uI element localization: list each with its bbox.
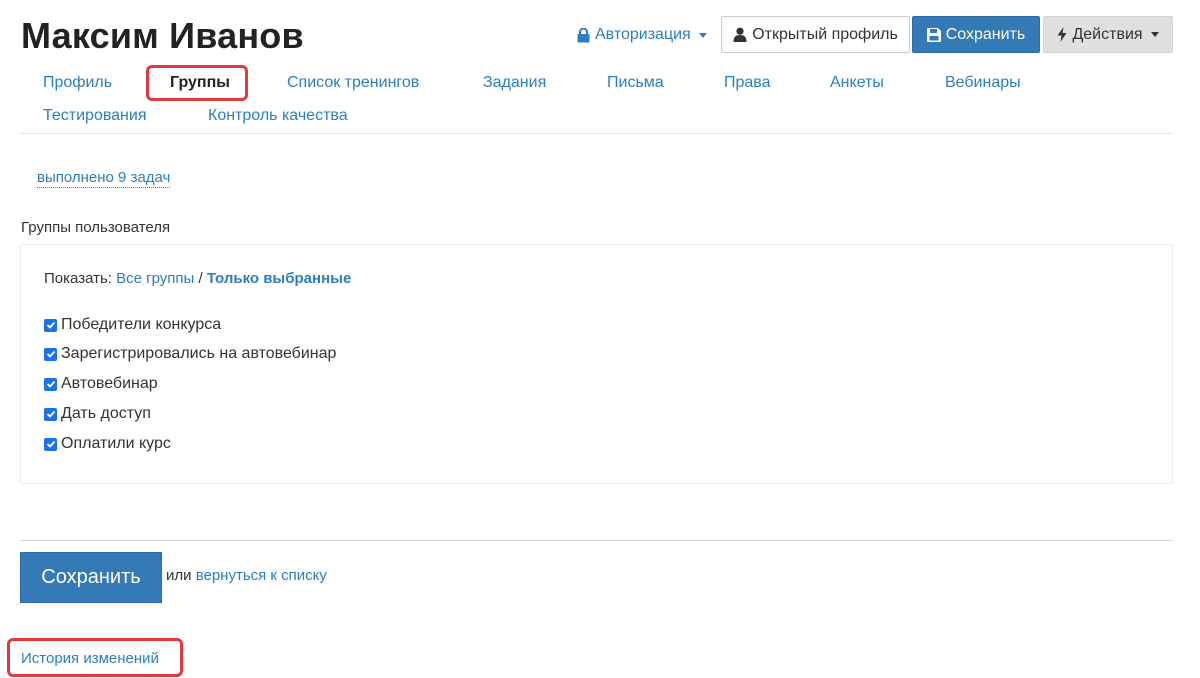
checkmark-icon (46, 380, 55, 388)
group-label: Автовебинар (61, 375, 158, 392)
filter-all-groups-link[interactable]: Все группы (116, 270, 194, 287)
group-label: Зарегистрировались на автовебинар (61, 345, 337, 362)
open-profile-button[interactable]: Открытый профиль (721, 16, 910, 53)
tab-letters[interactable]: Письма (607, 72, 664, 94)
checkmark-icon (46, 410, 55, 418)
save-top-label: Сохранить (945, 25, 1026, 43)
group-checkbox[interactable] (44, 347, 57, 361)
checkmark-icon (46, 321, 55, 329)
caret-down-icon (698, 32, 707, 38)
open-profile-label: Открытый профиль (752, 25, 898, 43)
group-checkbox[interactable] (44, 407, 57, 421)
change-history-link[interactable]: История изменений (21, 650, 159, 667)
tab-groups[interactable]: Группы (170, 72, 230, 94)
group-item: Дать доступ (44, 405, 151, 423)
caret-down-icon (1150, 32, 1159, 37)
group-item: Оплатили курс (44, 435, 171, 453)
save-button-top[interactable]: Сохранить (912, 16, 1040, 53)
group-checkbox[interactable] (44, 377, 57, 391)
filter-selected-only-link[interactable]: Только выбранные (207, 270, 351, 287)
tabs-divider (20, 133, 1173, 134)
group-checkbox[interactable] (44, 318, 57, 332)
form-footer-divider (20, 540, 1173, 541)
auth-dropdown[interactable]: Авторизация (577, 25, 707, 45)
group-checkbox[interactable] (44, 437, 57, 451)
group-label: Дать доступ (61, 405, 151, 422)
tab-rights[interactable]: Права (724, 72, 771, 94)
checkmark-icon (46, 440, 55, 448)
tab-forms[interactable]: Анкеты (830, 72, 884, 94)
tab-webinars[interactable]: Вебинары (945, 72, 1021, 94)
group-item: Победители конкурса (44, 316, 221, 334)
group-label: Оплатили курс (61, 435, 171, 452)
back-row: или вернуться к списку (166, 567, 327, 584)
actions-label: Действия (1072, 25, 1143, 43)
filter-separator: / (198, 270, 203, 287)
tab-trainings[interactable]: Список тренингов (287, 72, 419, 94)
floppy-disk-icon (926, 27, 941, 42)
group-item: Зарегистрировались на автовебинар (44, 345, 336, 363)
lock-icon (577, 27, 590, 42)
user-icon (733, 27, 747, 42)
or-text: или (166, 567, 192, 584)
back-to-list-link[interactable]: вернуться к списку (196, 567, 327, 584)
save-button-bottom[interactable]: Сохранить (20, 552, 162, 603)
auth-dropdown-label: Авторизация (595, 26, 691, 43)
checkmark-icon (46, 350, 55, 358)
groups-filter: Показать: Все группы / Только выбранные (44, 270, 351, 287)
completed-tasks-link[interactable]: выполнено 9 задач (37, 168, 171, 188)
tab-quality-control[interactable]: Контроль качества (208, 105, 348, 127)
group-item: Автовебинар (44, 375, 158, 393)
filter-prefix: Показать: (44, 270, 112, 287)
tab-tasks[interactable]: Задания (483, 72, 546, 94)
actions-dropdown-button[interactable]: Действия (1043, 16, 1173, 53)
groups-section-label: Группы пользователя (21, 219, 171, 236)
tab-testing[interactable]: Тестирования (43, 105, 147, 127)
tab-profile[interactable]: Профиль (43, 72, 112, 94)
group-label: Победители конкурса (61, 316, 222, 333)
page-title: Максим Иванов (21, 15, 304, 56)
lightning-icon (1057, 27, 1067, 42)
